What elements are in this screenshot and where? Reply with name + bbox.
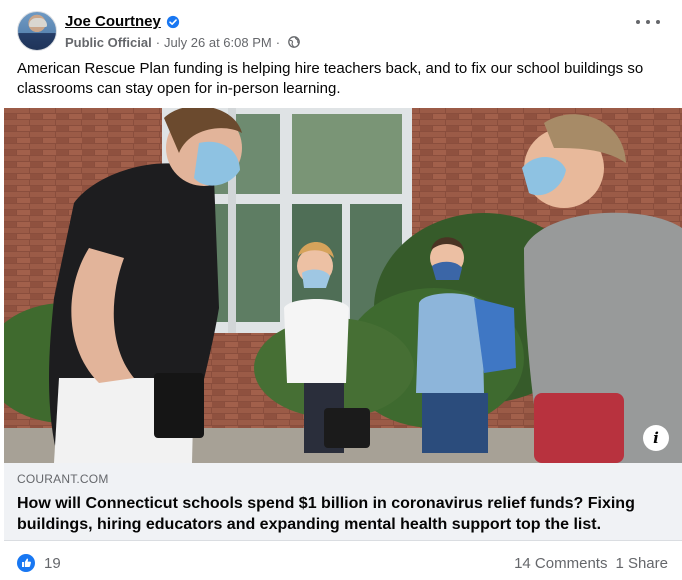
post-footer: 19 14 Comments 1 Share: [17, 551, 668, 575]
link-preview[interactable]: COURANT.COM How will Connecticut schools…: [4, 463, 682, 541]
link-domain: COURANT.COM: [17, 472, 109, 486]
globe-icon: [288, 36, 300, 48]
link-headline[interactable]: How will Connecticut schools spend $1 bi…: [17, 493, 667, 535]
like-reaction-icon: [17, 554, 35, 572]
author-name[interactable]: Joe Courtney: [65, 13, 161, 30]
author-row: Joe Courtney: [65, 12, 300, 32]
reactions-summary[interactable]: 19: [17, 554, 61, 572]
more-options-icon[interactable]: [636, 15, 660, 29]
post-card: Joe Courtney Public Official · July 26 a…: [0, 0, 682, 580]
info-icon[interactable]: i: [643, 425, 669, 451]
shares-link[interactable]: 1 Share: [615, 555, 668, 572]
separator: ·: [155, 34, 161, 50]
post-image[interactable]: i: [4, 108, 682, 463]
post-text: American Rescue Plan funding is helping …: [17, 60, 644, 97]
post-timestamp[interactable]: July 26 at 6:08 PM: [164, 35, 272, 50]
photo-illustration: [4, 108, 682, 463]
post-subtitle: Public Official · July 26 at 6:08 PM ·: [65, 34, 300, 51]
post-header: Joe Courtney Public Official · July 26 a…: [17, 9, 670, 53]
author-role: Public Official: [65, 34, 152, 50]
post-meta: Joe Courtney Public Official · July 26 a…: [65, 12, 300, 51]
separator: ·: [275, 34, 281, 50]
comments-link[interactable]: 14 Comments: [514, 555, 607, 572]
engagement-stats: 14 Comments 1 Share: [514, 555, 668, 572]
reaction-count: 19: [44, 554, 61, 572]
verified-badge-icon: [166, 15, 179, 28]
author-avatar[interactable]: [17, 11, 57, 51]
